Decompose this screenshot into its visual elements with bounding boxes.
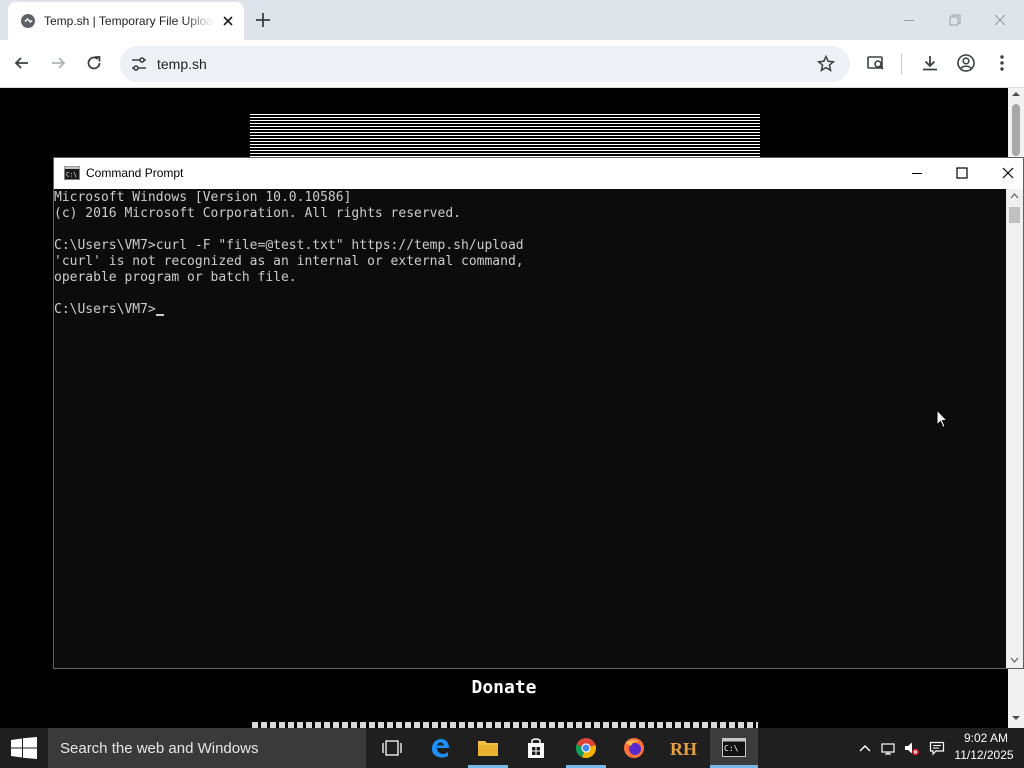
donate-heading: Donate (471, 677, 537, 698)
new-tab-plus-icon[interactable] (254, 11, 272, 29)
mouse-pointer-icon (936, 409, 948, 429)
tab-title: Temp.sh | Temporary File Upload (44, 14, 214, 28)
temp-sh-favicon-icon (21, 14, 35, 28)
taskbar-command-prompt[interactable]: C:\ (710, 728, 758, 768)
cmd-minimize-icon[interactable] (908, 164, 926, 182)
volume-muted-icon[interactable] (903, 740, 919, 756)
show-hidden-icons-chevron-icon[interactable] (857, 740, 873, 756)
taskbar-chrome[interactable] (562, 728, 610, 768)
console-line: Microsoft Windows [Version 10.0.10586] (54, 190, 352, 205)
page-scrollbar-thumb[interactable] (1012, 104, 1020, 156)
action-center-icon[interactable] (929, 740, 945, 756)
scroll-down-arrow-icon[interactable] (1012, 714, 1020, 722)
browser-toolbar: temp.sh (0, 40, 1024, 88)
svg-text:C:\: C:\ (66, 172, 77, 179)
network-icon[interactable] (880, 740, 896, 756)
site-settings-icon[interactable] (130, 55, 148, 73)
firefox-icon (624, 738, 644, 758)
cmd-scroll-up-arrow-icon[interactable] (1010, 192, 1019, 200)
taskbar-search-box[interactable]: Search the web and Windows (48, 728, 366, 768)
browser-minimize-icon[interactable] (901, 12, 917, 28)
cmd-scrollbar[interactable] (1006, 189, 1023, 668)
scroll-up-arrow-icon[interactable] (1012, 90, 1020, 98)
browser-tab[interactable]: Temp.sh | Temporary File Upload (8, 2, 244, 40)
console-prompt: C:\Users\VM7> (54, 302, 156, 317)
back-arrow-icon[interactable] (12, 53, 32, 73)
console-prompt-line[interactable]: C:\Users\VM7> (54, 302, 164, 318)
browser-tab-bar: Temp.sh | Temporary File Upload (0, 0, 1024, 40)
forward-arrow-icon[interactable] (48, 53, 68, 73)
browser-close-icon[interactable] (992, 12, 1008, 28)
toolbar-divider (901, 54, 902, 74)
store-bag-icon (528, 738, 544, 758)
svg-text:RH: RH (670, 739, 697, 758)
cmd-maximize-icon[interactable] (953, 164, 971, 182)
cmd-close-icon[interactable] (999, 164, 1017, 182)
windows-logo-icon (11, 737, 37, 759)
console-line: (c) 2016 Microsoft Corporation. All righ… (54, 206, 461, 221)
tab-close-icon[interactable] (220, 13, 236, 29)
console-line: 'curl' is not recognized as an internal … (54, 254, 524, 269)
task-view-button[interactable] (368, 728, 416, 768)
edge-icon (432, 739, 449, 758)
chrome-icon (575, 738, 596, 759)
clock-date[interactable]: 11/12/2025 (950, 748, 1018, 762)
profile-icon[interactable] (956, 53, 976, 73)
rh-app-icon: RH (670, 739, 697, 758)
url-text: temp.sh (157, 56, 207, 72)
download-icon[interactable] (920, 53, 940, 73)
console-line: C:\Users\VM7>curl -F "file=@test.txt" ht… (54, 238, 524, 253)
task-view-icon (382, 740, 402, 756)
folder-icon (478, 741, 498, 756)
clock-time[interactable]: 9:02 AM (954, 731, 1018, 745)
text-cursor (155, 314, 164, 316)
console-line: operable program or batch file. (54, 270, 297, 285)
reload-icon[interactable] (84, 53, 104, 73)
browser-restore-icon[interactable] (947, 12, 963, 28)
browser-menu-icon[interactable] (992, 53, 1012, 73)
cmd-scrollbar-thumb[interactable] (1009, 207, 1020, 223)
taskbar-store[interactable] (512, 728, 560, 768)
taskbar-file-explorer[interactable] (464, 728, 512, 768)
taskbar-firefox[interactable] (610, 728, 658, 768)
tab-search-icon[interactable] (866, 53, 886, 73)
svg-text:C:\: C:\ (724, 744, 739, 753)
cmd-title-bar[interactable]: C:\ Command Prompt (54, 158, 1023, 189)
cmd-window-title: Command Prompt (86, 166, 184, 180)
command-prompt-icon: C:\ (64, 166, 80, 180)
cmd-scroll-down-arrow-icon[interactable] (1010, 656, 1019, 664)
command-prompt-window[interactable]: C:\ Command Prompt Microsoft Windows [Ve… (53, 157, 1024, 669)
ascii-art-logo (250, 113, 760, 157)
search-placeholder: Search the web and Windows (60, 740, 259, 757)
taskbar-edge[interactable] (416, 728, 464, 768)
taskbar-rh[interactable]: RH (660, 728, 708, 768)
start-button[interactable] (0, 728, 48, 768)
address-bar[interactable]: temp.sh (120, 46, 850, 82)
command-prompt-icon: C:\ (722, 738, 746, 757)
bookmark-star-icon[interactable] (816, 54, 836, 74)
windows-taskbar: Search the web and Windows RH C:\ 9:02 A… (0, 728, 1024, 768)
cmd-console-output[interactable]: Microsoft Windows [Version 10.0.10586] (… (54, 189, 1006, 668)
